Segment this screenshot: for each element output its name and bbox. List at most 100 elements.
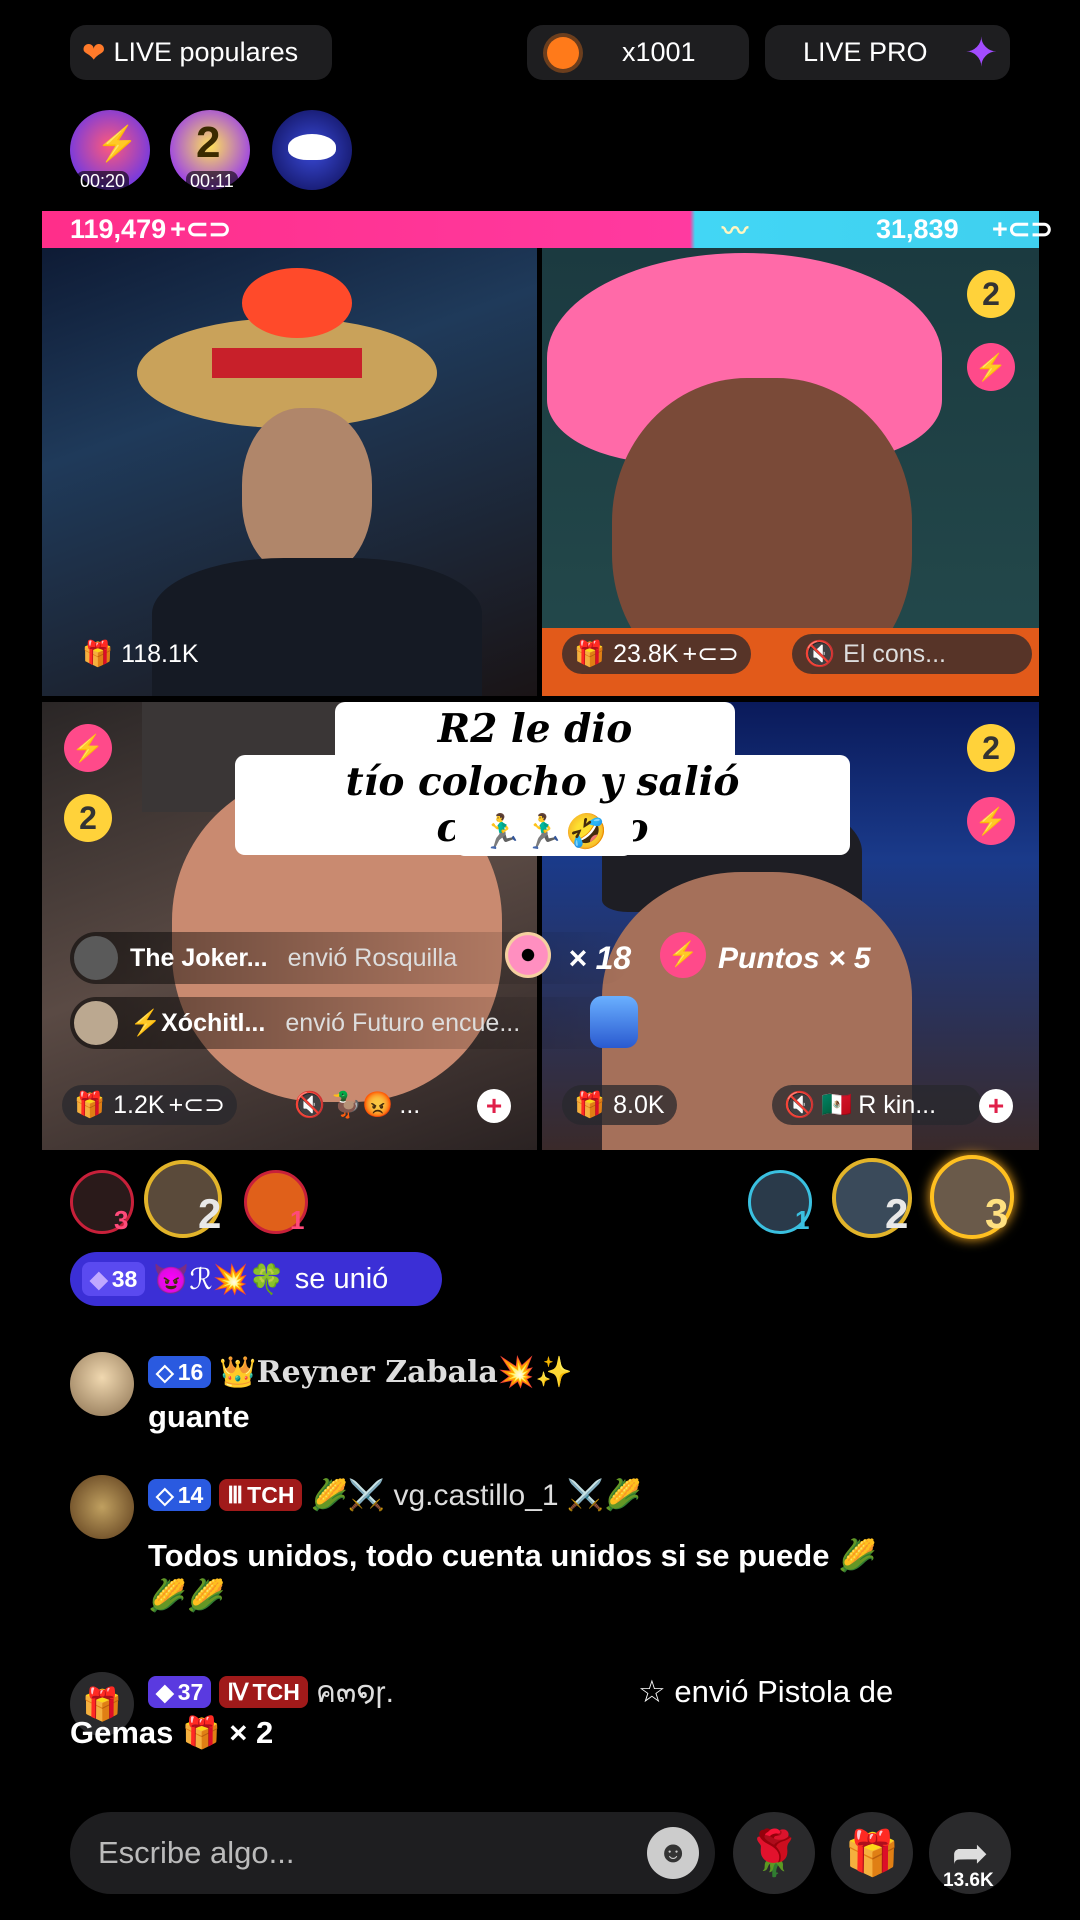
muted-name-chip-tr[interactable]: 🔇 El cons... [792,634,1032,674]
gift-icon: 🎁 [574,639,606,668]
live-pro-button[interactable]: LIVE PRO ✦ [765,25,1010,80]
comment-3-text-cont: Gemas 🎁 × 2 [70,1715,274,1750]
rose-button[interactable]: 🌹 [733,1812,815,1894]
rank-num-right-3: 3 [985,1190,1009,1237]
diamond-icon: ◇ [156,1358,174,1385]
comment-1-text: guante [148,1399,250,1434]
round-two-badge: 2 [967,724,1015,772]
mask-icon[interactable] [272,110,352,190]
left-score: 119,479 [70,214,167,244]
lightning-badge: ⚡ [967,343,1015,391]
comment-2-level: 14 [177,1481,204,1508]
team-badge: Ⅲ TCH [219,1479,303,1511]
battle-score-bar: 119,479 +⊂⊃ 〰 31,839 +⊂⊃ [42,211,1053,248]
join-text: se unió [294,1262,389,1295]
round-two-icon[interactable]: 2 00:11 [170,110,250,192]
comment-1-level: 16 [177,1358,204,1385]
level-badge: ◆ 37 [148,1676,212,1708]
left-mask-icon: +⊂⊃ [170,214,232,244]
muted-icon: 🔇 [294,1090,326,1119]
diamond-icon: ◆ [90,1265,108,1292]
heart-icon: ❤ [82,37,106,68]
team-badge: Ⅳ TCH [219,1676,308,1708]
comment-1-name[interactable]: 👑Reyner Zabala💥✨ [219,1355,572,1390]
viewers-chip-tl[interactable]: 🎁 118.1K [70,634,211,674]
gift-count-1: × 18 [568,940,632,976]
face-shape [242,408,372,578]
gift-user-name: The Joker... [130,943,268,972]
future-gift-icon [590,996,638,1048]
badge-timer-2: 00:11 [186,171,238,192]
gift-action: envió Rosquilla [287,943,458,972]
right-score: 31,839 [876,214,959,244]
gift-user-avatar [74,936,118,980]
viewers-chip-bl[interactable]: 🎁 1.2K +⊂⊃ [62,1085,238,1125]
comment-2-text-cont: 🌽🌽 [148,1578,226,1613]
comment-2-name[interactable]: 🌽⚔️ vg.castillo_1 ⚔️🌽 [310,1478,641,1513]
comment-2-text: Todos unidos, todo cuenta unidos si se p… [148,1538,877,1573]
gift-icon: 🎁 [844,1829,900,1878]
share-button[interactable]: ➦ 13.6K [929,1812,1011,1894]
video-tile-top-right[interactable]: 2 ⚡ 🎁 23.8K +⊂⊃ 🔇 El cons... [542,248,1039,696]
gift-action: envió Futuro encue... [285,1008,521,1037]
viewers-chip-br[interactable]: 🎁 8.0K [562,1085,677,1125]
rank-num-left-2: 2 [198,1190,222,1237]
multiplier-button[interactable]: x1001 [527,25,749,80]
add-bl-button[interactable]: + [477,1089,511,1123]
lightning-boost-icon[interactable]: ⚡ 00:20 [70,110,150,192]
viewers-chip-tr[interactable]: 🎁 23.8K +⊂⊃ [562,634,751,674]
emoji-icon[interactable]: ☻ [647,1827,699,1879]
video-tile-top-left[interactable]: 🎁 118.1K [42,248,537,696]
comment-3-level: 37 [177,1678,204,1705]
team-icon: Ⅲ [227,1481,244,1508]
commenter-avatar[interactable] [70,1475,134,1539]
heart-sticker [242,268,352,338]
rank-num-right-2: 2 [885,1190,909,1237]
level-badge: ◇ 14 [148,1479,212,1511]
rose-icon: 🌹 [746,1829,802,1878]
rank-num-right-1: 1 [795,1205,810,1235]
live-popular-label: LIVE populares [113,37,299,67]
hat-band [212,348,362,378]
gift-row-2: ⚡Xóchitl... envió Futuro encue... [70,997,630,1049]
share-count: 13.6K [943,1870,994,1891]
mexico-flag-icon: 🇲🇽 [821,1090,853,1119]
live-popular-button[interactable]: ❤ LIVE populares [70,25,332,80]
gift-button[interactable]: 🎁 [831,1812,913,1894]
comment-input[interactable]: Escribe algo... ☻ [70,1812,715,1894]
join-level: 38 [111,1265,138,1292]
join-level-badge: ◆ 38 [82,1262,146,1296]
comment-3-team: TCH [252,1678,300,1705]
mask-icon: +⊂⊃ [168,1091,226,1119]
gift-icon: 🎁 [74,1090,106,1119]
sparkle-icon: ✦ [964,30,998,75]
gift-user-avatar [74,1001,118,1045]
level-badge: ◇ 16 [148,1356,212,1388]
gift-user-name: ⚡Xóchitl... [130,1008,266,1037]
viewers-tr: 23.8K [613,639,679,668]
viewers-br: 8.0K [613,1090,665,1119]
mask-icon: +⊂⊃ [682,640,739,668]
lightning-badge: ⚡ [64,724,112,772]
commenter-avatar[interactable] [70,1352,134,1416]
gift-icon: 🎁 [82,639,114,668]
comment-1: ◇ 16 👑Reyner Zabala💥✨ guante [70,1352,573,1436]
team-icon: Ⅳ [227,1678,249,1705]
muted-name-chip-br[interactable]: 🔇 🇲🇽 R kin... [772,1085,982,1125]
comment-3-action: ☆ envió Pistola de [638,1674,894,1709]
shirt-shape [152,558,482,696]
comment-3-name[interactable]: ค๓໑ɼ. [316,1669,394,1716]
points-lightning-icon: ⚡ [660,932,706,978]
comment-2: ◇ 14 Ⅲ TCH 🌽⚔️ vg.castillo_1 ⚔️🌽 Todos u… [70,1475,1008,1615]
muted-name-chip-bl[interactable]: 🔇 🦆😡 ... [282,1085,432,1125]
comment-2-team: TCH [247,1481,295,1508]
diamond-icon: ◆ [156,1678,174,1705]
comment-placeholder: Escribe algo... [98,1835,295,1870]
join-banner: ◆ 38 😈ℛ💥🍀 se unió [70,1252,442,1306]
rank-num-left-3: 1 [290,1205,305,1235]
add-br-button[interactable]: + [979,1089,1013,1123]
planet-icon [547,37,579,69]
lightning-glyph: ⚡ [96,125,139,163]
points-label: Puntos × 5 [718,942,871,975]
muted-icon: 🔇 [784,1090,816,1119]
